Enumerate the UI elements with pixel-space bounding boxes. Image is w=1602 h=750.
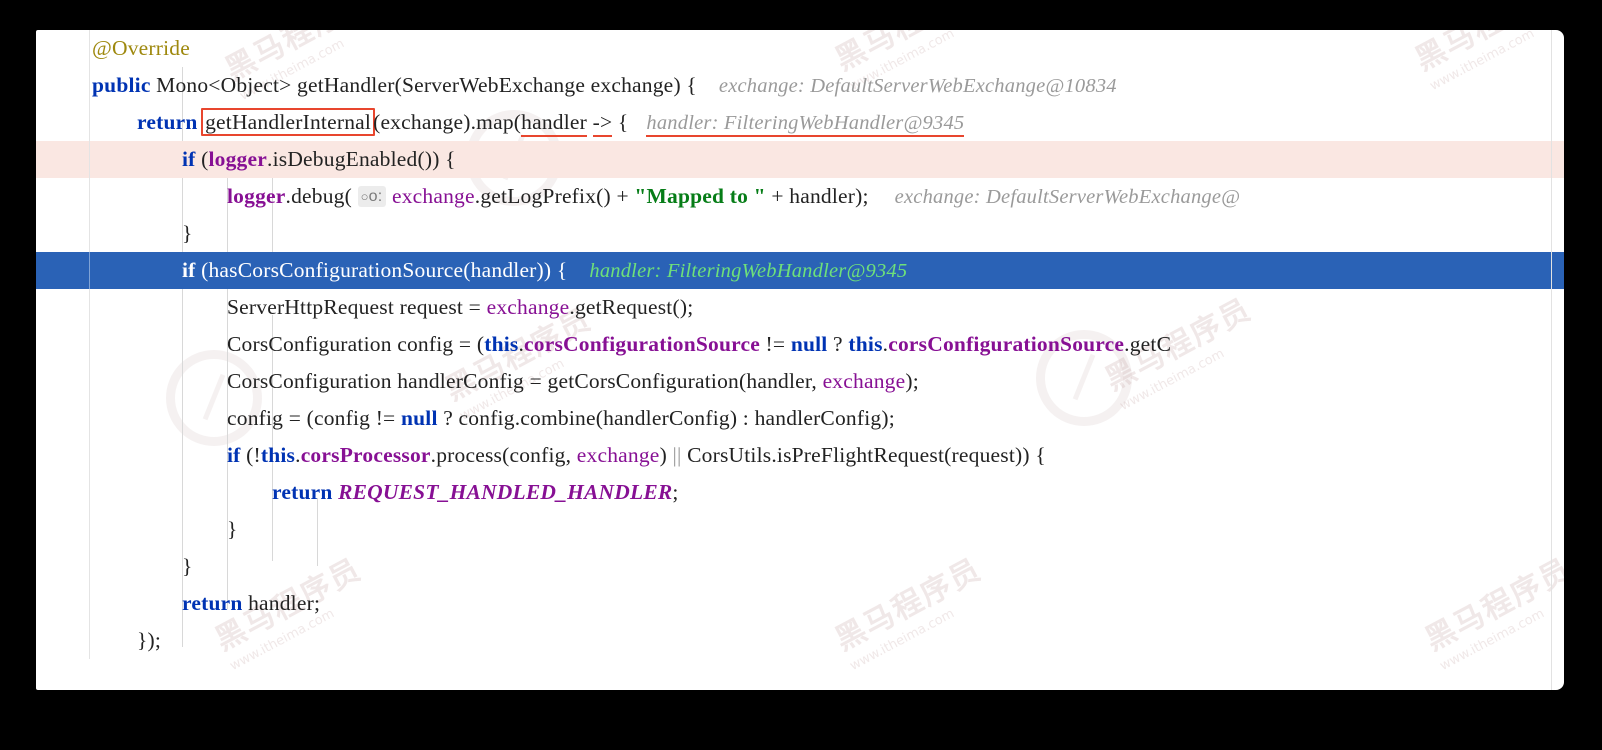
code-line[interactable]: logger.debug( ○o: exchange.getLogPrefix(… xyxy=(36,178,1564,215)
keyword-return: return xyxy=(272,480,333,504)
code-line[interactable]: @Override xyxy=(36,30,1564,67)
inline-debug-hint: exchange: DefaultServerWebExchange@ xyxy=(894,186,1241,208)
var-handlerConfig: handlerConfig xyxy=(397,369,525,393)
closing-brace: } xyxy=(227,517,238,541)
arg-exchange: exchange xyxy=(380,110,464,134)
code-line-executed[interactable]: if (logger.isDebugEnabled()) { xyxy=(36,141,1564,178)
lambda-param-handler: handler xyxy=(521,110,588,137)
keyword-if: if xyxy=(227,443,241,467)
param-exchange: exchange xyxy=(590,73,674,97)
code-line[interactable]: return getHandlerInternal(exchange).map(… xyxy=(36,104,1564,141)
var-exchange: exchange xyxy=(486,295,570,319)
type-corsconfiguration: CorsConfiguration xyxy=(227,332,392,356)
inline-debug-hint: exchange: DefaultServerWebExchange@10834 xyxy=(718,75,1117,97)
arg-handlerConfig: handlerConfig xyxy=(603,406,730,430)
closing-brace: } xyxy=(182,554,193,578)
code-lines-container[interactable]: @Override public Mono<Object> getHandler… xyxy=(36,30,1564,690)
keyword-null: null xyxy=(790,332,828,356)
arg-exchange: exchange xyxy=(576,443,660,467)
keyword-if: if xyxy=(182,258,196,282)
arg-handler: handler xyxy=(789,184,856,208)
method-getCorsConfiguration: getCorsConfiguration xyxy=(547,369,740,393)
field-corsConfigurationSource: corsConfigurationSource xyxy=(524,332,760,356)
code-editor[interactable]: 黑马程序员 www.itheima.com 黑马程序员 www.itheima.… xyxy=(36,30,1564,690)
var-config: config xyxy=(313,406,371,430)
method-debug: debug xyxy=(291,184,345,208)
var-config: config xyxy=(458,406,515,430)
field-corsConfigurationSource: corsConfigurationSource xyxy=(888,332,1125,356)
code-line[interactable]: } xyxy=(36,511,1564,548)
keyword-this: this xyxy=(484,332,519,356)
arg-handler: handler xyxy=(470,258,537,282)
caret-token-getHandlerInternal[interactable]: getHandlerInternal xyxy=(201,108,376,136)
static-field-REQUEST_HANDLED_HANDLER: REQUEST_HANDLED_HANDLER xyxy=(338,480,673,504)
code-line[interactable]: }); xyxy=(36,622,1564,659)
code-line[interactable]: return REQUEST_HANDLED_HANDLER; xyxy=(36,474,1564,511)
method-getLogPrefix: getLogPrefix xyxy=(480,184,597,208)
keyword-return: return xyxy=(137,110,198,134)
arg-request: request xyxy=(951,443,1016,467)
method-hasCorsConfigurationSource: hasCorsConfigurationSource xyxy=(208,258,464,282)
method-map: map xyxy=(476,110,514,134)
arg-config: config xyxy=(509,443,566,467)
var-request: request xyxy=(399,295,464,319)
closing-brace: } xyxy=(182,221,193,245)
keyword-public: public xyxy=(92,73,151,97)
method-combine: combine xyxy=(520,406,596,430)
type-mono: Mono<Object> xyxy=(156,73,292,97)
code-line[interactable]: } xyxy=(36,548,1564,585)
keyword-this: this xyxy=(260,443,296,467)
field-logger: logger xyxy=(208,147,267,171)
type-serverwebexchange: ServerWebExchange xyxy=(401,73,586,97)
annotation-token: @Override xyxy=(92,36,191,60)
type-corsutils: CorsUtils xyxy=(687,443,772,467)
method-isDebugEnabled: isDebugEnabled xyxy=(272,147,418,171)
field-corsProcessor: corsProcessor xyxy=(300,443,431,467)
method-getCorsConfiguration-truncated: getC xyxy=(1129,332,1172,356)
closing-lambda: }); xyxy=(137,628,162,652)
lambda-arrow: -> xyxy=(592,110,613,137)
keyword-if: if xyxy=(182,147,196,171)
inline-debug-hint: handler: FilteringWebHandler@9345 xyxy=(589,260,908,282)
string-literal: "Mapped to " xyxy=(634,184,766,208)
var-handlerConfig: handlerConfig xyxy=(754,406,882,430)
var-config: config xyxy=(397,332,454,356)
arg-handler: handler xyxy=(746,369,812,393)
var-config: config xyxy=(227,406,284,430)
keyword-null: null xyxy=(400,406,438,430)
arg-exchange: exchange xyxy=(391,184,475,208)
method-getRequest: getRequest xyxy=(574,295,673,319)
code-line[interactable]: CorsConfiguration config = (this.corsCon… xyxy=(36,326,1564,363)
keyword-return: return xyxy=(182,591,243,615)
code-line[interactable]: if (!this.corsProcessor.process(config, … xyxy=(36,437,1564,474)
var-handler: handler xyxy=(248,591,314,615)
parameter-hint-label: o: xyxy=(368,188,383,205)
code-line-selected[interactable]: if (hasCorsConfigurationSource(handler))… xyxy=(36,252,1564,289)
method-process: process xyxy=(436,443,503,467)
type-corsconfiguration: CorsConfiguration xyxy=(227,369,392,393)
parameter-name-hint: ○o: xyxy=(357,186,387,207)
type-serverhttprequest: ServerHttpRequest xyxy=(227,295,395,319)
keyword-this: this xyxy=(848,332,883,356)
code-line[interactable]: ServerHttpRequest request = exchange.get… xyxy=(36,289,1564,326)
inline-debug-hint: handler: FilteringWebHandler@9345 xyxy=(646,112,965,137)
code-line[interactable]: } xyxy=(36,215,1564,252)
arg-exchange: exchange xyxy=(822,369,906,393)
method-isPreFlightRequest: isPreFlightRequest xyxy=(776,443,945,467)
field-logger: logger xyxy=(227,184,286,208)
code-line[interactable]: CorsConfiguration handlerConfig = getCor… xyxy=(36,363,1564,400)
code-line[interactable]: config = (config != null ? config.combin… xyxy=(36,400,1564,437)
method-getHandler: getHandler xyxy=(297,73,395,97)
code-line[interactable]: public Mono<Object> getHandler(ServerWeb… xyxy=(36,67,1564,104)
code-line[interactable]: return handler; xyxy=(36,585,1564,622)
right-margin-guide xyxy=(1551,30,1552,690)
